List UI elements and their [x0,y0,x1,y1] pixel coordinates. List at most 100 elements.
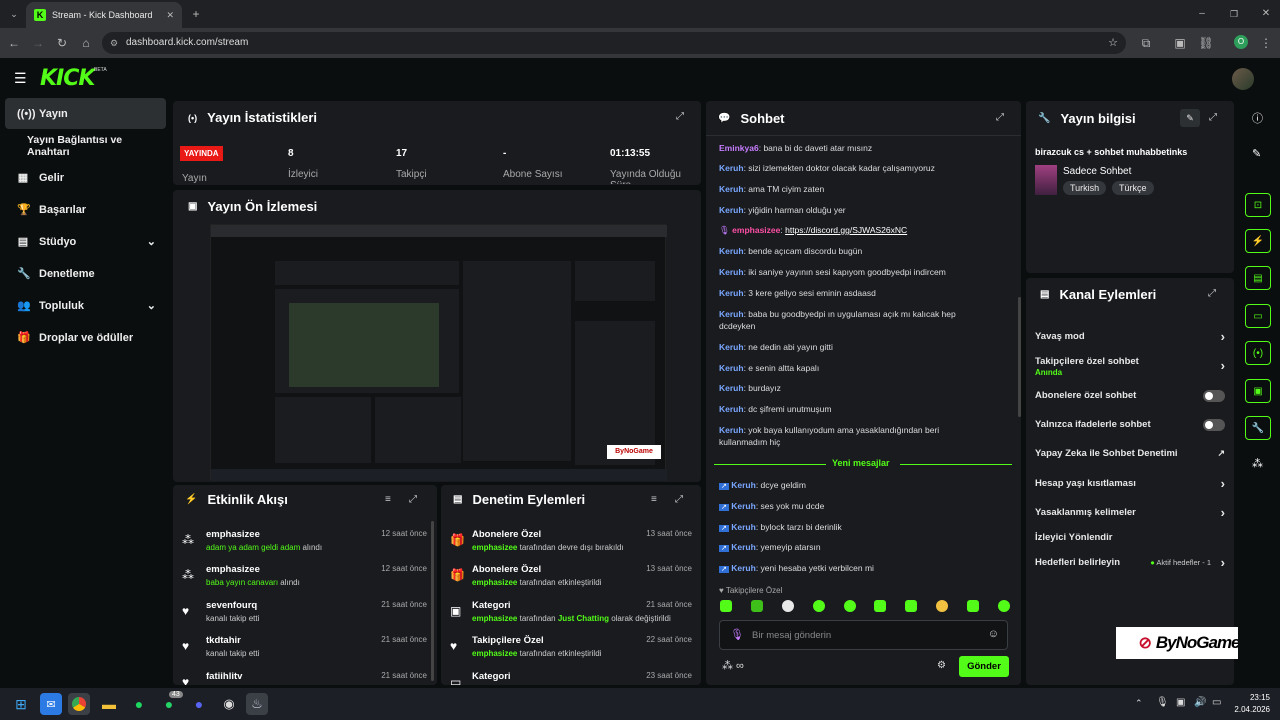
link-icon[interactable]: ⛓ [1196,33,1216,53]
kicks-icon[interactable]: ⁂ ∞ [722,659,744,672]
emote-icon[interactable] [905,600,918,612]
emote-icon[interactable] [750,600,763,612]
activity-item[interactable]: ⁂ emphasizee adam ya adam geldi adam alınd… [182,529,427,557]
expand-icon[interactable]: ⤢ [1208,288,1216,299]
reload-icon[interactable]: ↻ [52,33,72,53]
hamburger-menu-icon[interactable]: ☰ [14,70,27,87]
activity-item[interactable]: ♥ tkdtahir kanalı takip etti 21 saat önce [182,635,427,663]
tab-list-icon[interactable]: ⌄ [4,4,24,24]
address-field[interactable]: ⚙ dashboard.kick.com/stream ☆ [102,32,1126,54]
emote-icon[interactable] [720,600,732,612]
expand-icon[interactable]: ⤢ [675,494,683,505]
send-button[interactable]: Gönder [959,656,1009,677]
microphone-icon[interactable]: 🎙 [1156,697,1169,708]
profile-avatar[interactable]: O [1234,35,1248,49]
chat-scrollbar[interactable] [1018,297,1021,417]
minimize-icon[interactable]: – [1192,4,1212,24]
clock-date[interactable]: 2.04.2026 [1226,705,1270,714]
clock-time[interactable]: 23:15 [1240,693,1270,702]
host-row[interactable]: İzleyici Yönlendir [1035,532,1225,543]
emote-icon[interactable] [997,600,1010,612]
mail-app-icon[interactable]: ✉ [40,693,62,715]
subscribers-only-toggle[interactable] [1203,390,1225,402]
sidebar-item-topluluk[interactable]: 👥 Topluluk ⌄ [5,290,166,321]
emote-icon[interactable] [967,600,979,612]
cast-icon[interactable]: ▣ [1170,33,1190,53]
bookmark-star-icon[interactable]: ☆ [1108,32,1118,54]
extensions-icon[interactable]: ⧉ [1136,33,1156,53]
tag-chip[interactable]: Turkish [1063,181,1107,195]
kick-logo[interactable]: KICK [40,66,95,91]
rail-shield-button[interactable]: ▣ [1245,379,1271,403]
emote-icon[interactable] [936,600,949,612]
emotes-only-toggle[interactable] [1203,419,1225,431]
banned-words-row[interactable]: Yasaklanmış kelimeler › [1035,505,1225,520]
edit-icon[interactable]: ✎ [1180,109,1200,127]
sidebar-item-studyo[interactable]: ▤ Stüdyo ⌄ [5,226,166,257]
forward-icon[interactable]: → [28,33,48,53]
rail-clip-button[interactable]: ⊡ [1245,193,1271,217]
battery-icon[interactable]: ▭ [1212,697,1221,708]
emote-icon[interactable] [781,600,794,612]
volume-icon[interactable]: 🔊 [1194,697,1206,708]
browser-tab[interactable]: K Stream - Kick Dashboard ✕ [26,2,182,28]
maximize-icon[interactable]: ❐ [1224,4,1244,24]
new-tab-icon[interactable]: + [186,4,206,24]
tag-chip[interactable]: Türkçe [1112,181,1154,195]
discord-icon[interactable]: ● [188,693,210,715]
category-name[interactable]: Sadece Sohbet [1063,166,1131,177]
close-tab-icon[interactable]: ✕ [166,10,174,21]
network-icon[interactable]: ▣ [1176,697,1185,708]
activity-item[interactable]: ♥ sevenfourq kanalı takip etti 21 saat önce [182,600,427,628]
emote-icon[interactable] [843,600,856,612]
site-info-icon[interactable]: ⚙ [110,32,118,54]
obs-icon[interactable]: ◉ [218,693,240,715]
filter-icon[interactable]: ≡ [651,494,657,505]
user-avatar[interactable] [1232,68,1254,90]
account-age-row[interactable]: Hesap yaşı kısıtlaması › [1035,476,1225,491]
activity-item[interactable]: ⁂ emphasizee baba yayın canavarı alındı 12 … [182,564,427,592]
rail-chat-button[interactable]: ▭ [1245,304,1271,328]
rail-broadcast-button[interactable]: (•) [1245,341,1271,365]
sidebar-item-denetleme[interactable]: 🔧 Denetleme [5,258,166,289]
ai-moderation-row[interactable]: Yapay Zeka ile Sohbet Denetimi ↗ [1035,448,1225,459]
windows-start-icon[interactable]: ⊞ [10,693,32,715]
rail-wrench-button[interactable]: 🔧 [1245,416,1271,440]
edit-icon[interactable]: ✎ [1252,147,1261,160]
expand-icon[interactable]: ⤢ [676,111,684,122]
expand-icon[interactable]: ⤢ [409,494,417,505]
browser-menu-icon[interactable]: ⋮ [1256,33,1276,53]
mic-icon[interactable]: 🎙 [730,628,744,641]
emoji-icon[interactable]: ☺ [988,628,999,640]
chat-link[interactable]: https://discord.gg/SJWAS26xNC [785,225,907,235]
window-close-icon[interactable]: ✕ [1256,4,1276,24]
emote-icon[interactable] [874,600,887,612]
chrome-icon[interactable] [68,693,90,715]
sidebar-item-yayin[interactable]: ((•)) Yayın [5,98,166,129]
stream-preview-video[interactable]: ByNoGame [210,224,667,481]
rail-document-button[interactable]: ▤ [1245,266,1271,290]
chat-input[interactable]: 🎙 Bir mesaj gönderin ☺ [719,620,1008,650]
goals-row[interactable]: Hedefleri belirleyin ● Aktif hedefler - 1… [1035,555,1225,570]
info-icon[interactable]: ⓘ [1252,110,1263,126]
scrollbar[interactable] [431,521,434,681]
activity-item[interactable]: ♥ fatiihlitv 21 saat önce [182,671,427,685]
sidebar-item-basarilar[interactable]: 🏆 Başarılar [5,194,166,225]
sidebar-item-gelir[interactable]: ▦ Gelir [5,162,166,193]
expand-icon[interactable]: ⤢ [996,112,1004,123]
emote-icon[interactable] [812,600,825,612]
rail-bolt-button[interactable]: ⚡ [1245,229,1271,253]
chat-settings-icon[interactable]: ⚙ [937,660,946,671]
steam-icon[interactable]: ♨ [246,693,268,715]
expand-icon[interactable]: ⤢ [1209,112,1217,123]
slow-mode-row[interactable]: Yavaş mod › [1035,329,1225,344]
sidebar-item-droplar[interactable]: 🎁 Droplar ve ödüller [5,322,166,353]
kicks-icon[interactable]: ⁂ [1252,457,1263,470]
filter-icon[interactable]: ≡ [385,494,391,505]
back-icon[interactable]: ← [4,33,24,53]
followers-only-row[interactable]: Takipçilere özel sohbet Anında › [1035,356,1225,377]
spotify-icon[interactable]: ● [128,693,150,715]
file-explorer-icon[interactable]: ▬ [98,693,120,715]
tray-chevron-icon[interactable]: ⌃ [1135,698,1143,709]
sidebar-item-stream-key[interactable]: Yayın Bağlantısı ve Anahtarı [5,130,166,161]
